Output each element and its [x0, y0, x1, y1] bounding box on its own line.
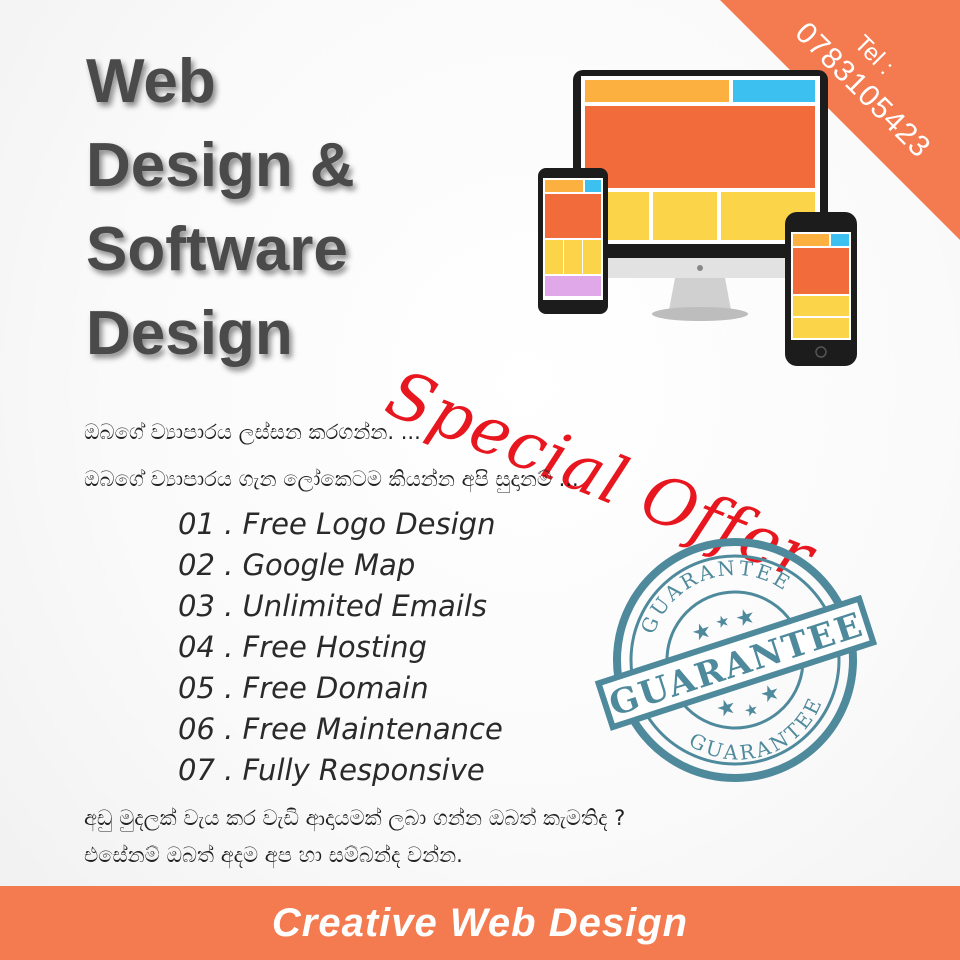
footer-brand-title: Creative Web Design — [271, 900, 689, 945]
headline-line-4: Design — [86, 299, 293, 368]
feature-item: 07 . Fully Responsive — [178, 753, 485, 787]
feature-item: 02 . Google Map — [178, 548, 416, 582]
svg-text:★: ★ — [741, 699, 761, 722]
svg-text:★: ★ — [713, 610, 733, 633]
headline-line-1: Web — [86, 47, 216, 116]
svg-text:★: ★ — [732, 603, 758, 633]
svg-text:GUARANTEE: GUARANTEE — [680, 687, 839, 783]
feature-item: 01 . Free Logo Design — [178, 507, 496, 541]
intro-line-1: ඔබගේ ව්‍යාපාරය ලස්සන කරගන්න. ... — [84, 420, 421, 444]
footer-banner: Creative Web Design — [0, 886, 960, 960]
headline-line-3: Software — [86, 215, 348, 284]
tablet-icon — [538, 168, 608, 314]
intro-line-2: ඔබගේ ව්‍යාපාරය ගැන ලෝකෙටම කියන්න අපි සුද… — [84, 467, 579, 491]
feature-item: 06 . Free Maintenance — [178, 712, 503, 746]
responsive-devices-illustration — [535, 70, 875, 370]
feature-item: 03 . Unlimited Emails — [178, 589, 487, 623]
devices-svg — [538, 70, 857, 366]
svg-text:★: ★ — [689, 617, 715, 647]
closing-line-2: එසේනම් ඔබත් අදම අප හා සම්බන්ද වන්න. — [84, 843, 463, 867]
guarantee-stamp-icon: GUARANTEE GUARANTEE ★ ★ ★ ★ ★ ★ GUARANTE… — [594, 535, 878, 783]
headline: Web Design & Software Design — [86, 40, 355, 376]
guarantee-stamp: GUARANTEE GUARANTEE ★ ★ ★ ★ ★ ★ GUARANTE… — [590, 530, 880, 790]
headline-line-2: Design & — [86, 131, 355, 200]
closing-line-1: අඩු මුදලක් වැය කර වැඩි ආදායමක් ලබා ගන්න … — [84, 806, 626, 830]
features-list: 01 . Free Logo Design 02 . Google Map 03… — [178, 504, 503, 791]
svg-text:★: ★ — [713, 694, 739, 724]
feature-item: 05 . Free Domain — [178, 671, 429, 705]
feature-item: 04 . Free Hosting — [178, 630, 427, 664]
phone-icon — [785, 212, 857, 366]
svg-text:★: ★ — [757, 679, 783, 709]
